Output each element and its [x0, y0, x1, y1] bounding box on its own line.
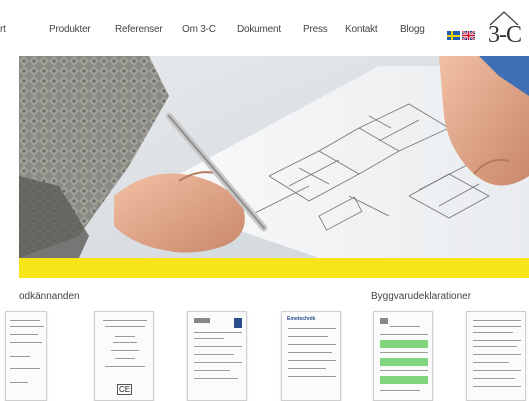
- company-logo[interactable]: 3-C: [488, 10, 529, 52]
- nav-item-press[interactable]: Press: [303, 24, 328, 35]
- certificate-thumbnail[interactable]: [5, 311, 47, 401]
- uk-flag-icon[interactable]: [462, 31, 475, 40]
- certificate-thumbnail[interactable]: CE: [94, 311, 154, 401]
- declaration-thumbnail[interactable]: [466, 311, 526, 401]
- accent-bar: [19, 258, 529, 278]
- nav-item-kontakt[interactable]: Kontakt: [345, 24, 378, 35]
- language-switcher: [447, 31, 475, 41]
- nav-item-produkter[interactable]: Produkter: [49, 24, 91, 35]
- certificate-thumbnail[interactable]: [187, 311, 247, 401]
- swedish-flag-icon[interactable]: [447, 31, 460, 40]
- declaration-thumbnail[interactable]: [373, 311, 433, 401]
- nav-item-dokument[interactable]: Dokument: [237, 24, 281, 35]
- hero-image: [19, 56, 529, 258]
- nav-item-blogg[interactable]: Blogg: [400, 24, 425, 35]
- ce-mark: CE: [117, 384, 133, 395]
- certificates-section-title: odkännanden: [19, 291, 80, 302]
- nav-item-start[interactable]: rt: [0, 24, 6, 35]
- certificate-thumbnail[interactable]: Emotechnik: [281, 311, 341, 401]
- logo-text: 3-C: [488, 22, 522, 48]
- brand-label: Emotechnik: [287, 316, 316, 322]
- nav-item-referenser[interactable]: Referenser: [115, 24, 163, 35]
- declarations-section-title: Byggvarudeklarationer: [371, 291, 472, 302]
- nav-item-om-3c[interactable]: Om 3-C: [182, 24, 216, 35]
- top-navigation: rt Produkter Referenser Om 3-C Dokument …: [0, 0, 529, 56]
